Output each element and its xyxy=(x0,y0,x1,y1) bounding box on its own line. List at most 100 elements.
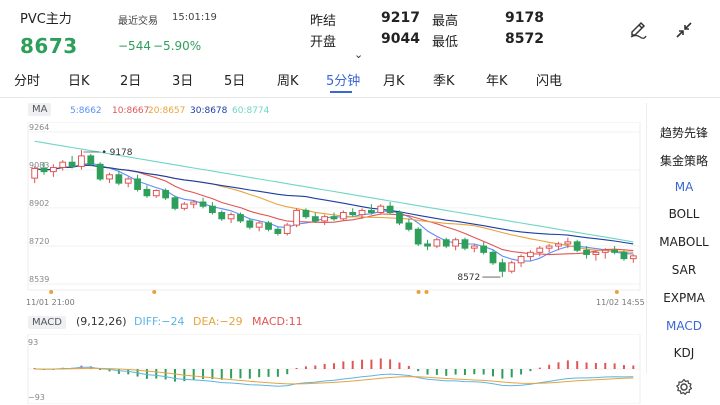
macd-params: (9,12,26) xyxy=(76,315,127,328)
macd-bar xyxy=(566,360,569,369)
time-marker xyxy=(152,290,157,294)
candle-body xyxy=(564,241,572,245)
y-tick-label: 8539 xyxy=(29,275,49,284)
candle-body xyxy=(218,212,226,220)
last-trade-time: 15:01:19 xyxy=(172,12,217,23)
macd-y-bottom: −93 xyxy=(28,393,45,402)
tab-2day[interactable]: 2日 xyxy=(120,70,141,89)
macd-bar xyxy=(173,369,176,382)
tab-yearly[interactable]: 年K xyxy=(486,70,508,89)
ma60-value: 60:8774 xyxy=(232,106,270,116)
menu-ma[interactable]: MA xyxy=(648,180,720,194)
kline-chart[interactable]: 92649083890287208539• 91788572 xyxy=(0,122,646,312)
candle-body xyxy=(470,245,478,249)
macd-bar xyxy=(276,369,279,377)
side-divider xyxy=(646,103,647,373)
candle-body xyxy=(190,201,198,205)
candle-body xyxy=(283,224,291,234)
candle-body xyxy=(124,178,132,184)
tab-5day[interactable]: 5日 xyxy=(224,70,245,89)
candle-body xyxy=(592,251,600,255)
candle-body xyxy=(78,155,85,167)
macd-dea: DEA:−29 xyxy=(193,315,243,328)
macd-bar xyxy=(538,367,541,369)
candle-body xyxy=(274,228,282,234)
candle-body xyxy=(386,205,394,214)
x-start-label: 11/01 21:00 xyxy=(26,298,75,307)
tab-weekly[interactable]: 周K xyxy=(277,70,299,89)
y-tick-label: 8720 xyxy=(29,237,49,246)
macd-bar xyxy=(454,369,457,375)
macd-badge[interactable]: MACD xyxy=(28,316,66,329)
tab-3day[interactable]: 3日 xyxy=(172,70,193,89)
candle-body xyxy=(601,249,609,253)
candle-body xyxy=(555,243,562,247)
candle-body xyxy=(545,245,553,249)
candle-body xyxy=(152,189,160,197)
prev-settle-label: 昨结 xyxy=(310,14,337,29)
macd-bar xyxy=(192,369,195,380)
candle-body xyxy=(321,216,329,222)
menu-macd[interactable]: MACD xyxy=(648,319,720,333)
candle-body xyxy=(583,249,590,255)
macd-value: MACD:11 xyxy=(252,315,303,328)
expand-chevron-icon[interactable]: ⌄ xyxy=(354,48,363,61)
tab-quarterly[interactable]: 季K xyxy=(433,70,455,89)
macd-bar xyxy=(314,365,317,369)
menu-gold-strategy[interactable]: 集金策略 xyxy=(648,152,720,169)
candle-body xyxy=(620,251,628,260)
macd-bar xyxy=(220,369,223,380)
candle-body xyxy=(162,189,170,199)
menu-maboll[interactable]: MABOLL xyxy=(648,235,720,249)
menu-kdj[interactable]: KDJ xyxy=(648,346,720,360)
candle-body xyxy=(311,216,319,222)
macd-bar xyxy=(604,362,607,369)
menu-boll[interactable]: BOLL xyxy=(648,207,720,221)
macd-chart[interactable] xyxy=(0,334,646,404)
candle-body xyxy=(424,243,431,247)
candle-body xyxy=(461,239,469,249)
tab-daily[interactable]: 日K xyxy=(68,70,90,89)
macd-diff: DIFF:−24 xyxy=(134,315,185,328)
macd-bar xyxy=(473,369,476,375)
candle-body xyxy=(452,239,459,247)
menu-sar[interactable]: SAR xyxy=(648,263,720,277)
candle-body xyxy=(527,251,534,258)
price-change-pct: −5.90% xyxy=(153,39,202,53)
gear-icon[interactable] xyxy=(675,378,693,400)
ma-badge[interactable]: MA xyxy=(28,103,52,116)
macd-bar xyxy=(632,365,635,369)
macd-bar xyxy=(501,369,504,379)
tab-intraday[interactable]: 分时 xyxy=(14,70,40,89)
candle-body xyxy=(433,239,441,247)
y-tick-label: 9264 xyxy=(29,123,49,132)
candle-body xyxy=(377,205,385,214)
ma30-line xyxy=(34,164,634,245)
pen-icon[interactable] xyxy=(628,20,648,45)
candle-body xyxy=(59,161,67,168)
tab-5min[interactable]: 5分钟 xyxy=(326,70,360,89)
contract-title: PVC主力 xyxy=(20,12,72,27)
tab-flash[interactable]: 闪电 xyxy=(536,70,562,89)
candle-body xyxy=(349,212,357,216)
tab-monthly[interactable]: 月K xyxy=(383,70,405,89)
macd-bar xyxy=(426,369,429,375)
candle-body xyxy=(480,245,488,253)
menu-trend-pioneer[interactable]: 趋势先锋 xyxy=(648,124,720,141)
macd-bar xyxy=(613,363,616,369)
candle-body xyxy=(199,201,207,207)
macd-bar xyxy=(510,369,513,378)
candle-body xyxy=(134,178,141,190)
collapse-arrows-icon[interactable] xyxy=(674,20,694,45)
macd-bar xyxy=(361,359,364,369)
candle-body xyxy=(31,167,39,179)
macd-bar xyxy=(333,363,335,369)
macd-bar xyxy=(463,369,466,375)
menu-expma[interactable]: EXPMA xyxy=(648,291,720,305)
ma30-value: 30:8678 xyxy=(190,106,228,116)
macd-bar xyxy=(548,364,551,369)
time-marker xyxy=(49,290,54,294)
macd-bar xyxy=(576,361,579,369)
candle-body xyxy=(508,262,516,272)
macd-bar xyxy=(323,363,326,369)
